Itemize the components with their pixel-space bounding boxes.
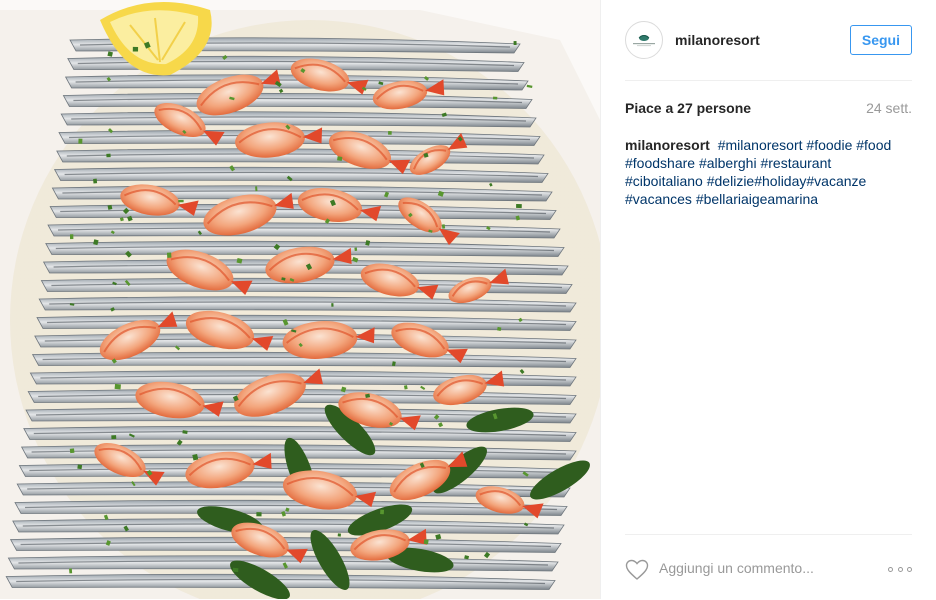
parsley-fleck [111,435,117,440]
likes-row: Piace a 27 persone 24 sett. [625,98,912,118]
more-dot [888,566,893,572]
hashtag-link[interactable]: #bellariaigeamarina [696,191,818,207]
post-caption: milanoresort #milanoresort #foodie #food… [625,136,912,208]
more-dot [897,566,903,572]
parsley-fleck [516,203,522,209]
hashtag-link[interactable]: #vacanze [806,173,866,189]
hashtag-link[interactable]: #restaurant [760,155,831,171]
parsley-fleck [354,247,358,252]
likes-count[interactable]: Piace a 27 persone [625,100,751,116]
follow-button[interactable]: Segui [849,25,912,55]
more-options-icon[interactable] [888,559,912,579]
hashtag-link[interactable]: #delizie [707,173,754,189]
hashtag-link[interactable]: #food [856,137,891,153]
parsley-fleck [492,96,498,100]
parsley-fleck [93,178,98,184]
parsley-fleck [107,204,113,210]
parsley-fleck [513,40,517,46]
hashtag-link[interactable]: #ciboitaliano [625,173,703,189]
post-timestamp[interactable]: 24 sett. [866,100,912,116]
parsley-fleck [441,224,446,229]
parsley-fleck [78,138,83,144]
post-header: milanoresort Segui [625,0,912,81]
parsley-fleck [337,533,342,537]
parsley-fleck [337,156,343,161]
post-side-panel: milanoresort Segui Piace a 27 persone 24… [600,0,936,599]
parsley-fleck [69,448,75,454]
parsley-fleck [69,568,73,574]
post-username[interactable]: milanoresort [675,32,760,48]
hashtag-link[interactable]: #foodshare [625,155,695,171]
more-dot [907,566,912,572]
caption-username[interactable]: milanoresort [625,137,710,153]
parsley-fleck [496,326,502,331]
hashtag-link[interactable]: #holiday [754,173,806,189]
parsley-fleck [114,383,121,390]
parsley-fleck [423,539,429,545]
parsley-fleck [132,46,139,52]
post-photo[interactable] [0,0,600,599]
parsley-fleck [69,234,74,240]
parsley-fleck [256,512,262,517]
parsley-fleck [178,199,184,203]
parsley-fleck [331,303,334,307]
comment-input[interactable] [659,557,879,579]
avatar[interactable] [625,21,663,59]
hashtag-link[interactable]: #milanoresort [718,137,803,153]
food-illustration [0,0,600,599]
parsley-fleck [166,252,172,258]
parsley-fleck [388,131,392,135]
hashtag-link[interactable]: #alberghi [699,155,757,171]
heart-outline-icon[interactable] [625,559,649,581]
resort-logo-icon [633,35,655,47]
parsley-fleck [255,186,258,192]
comment-bar [625,534,912,600]
parsley-fleck [106,153,111,158]
parsley-fleck [77,464,83,470]
instagram-post: milanoresort Segui Piace a 27 persone 24… [0,0,936,599]
parsley-fleck [232,567,239,573]
parsley-fleck [380,509,385,515]
hashtag-link[interactable]: #vacances [625,191,692,207]
hashtag-link[interactable]: #foodie [806,137,852,153]
